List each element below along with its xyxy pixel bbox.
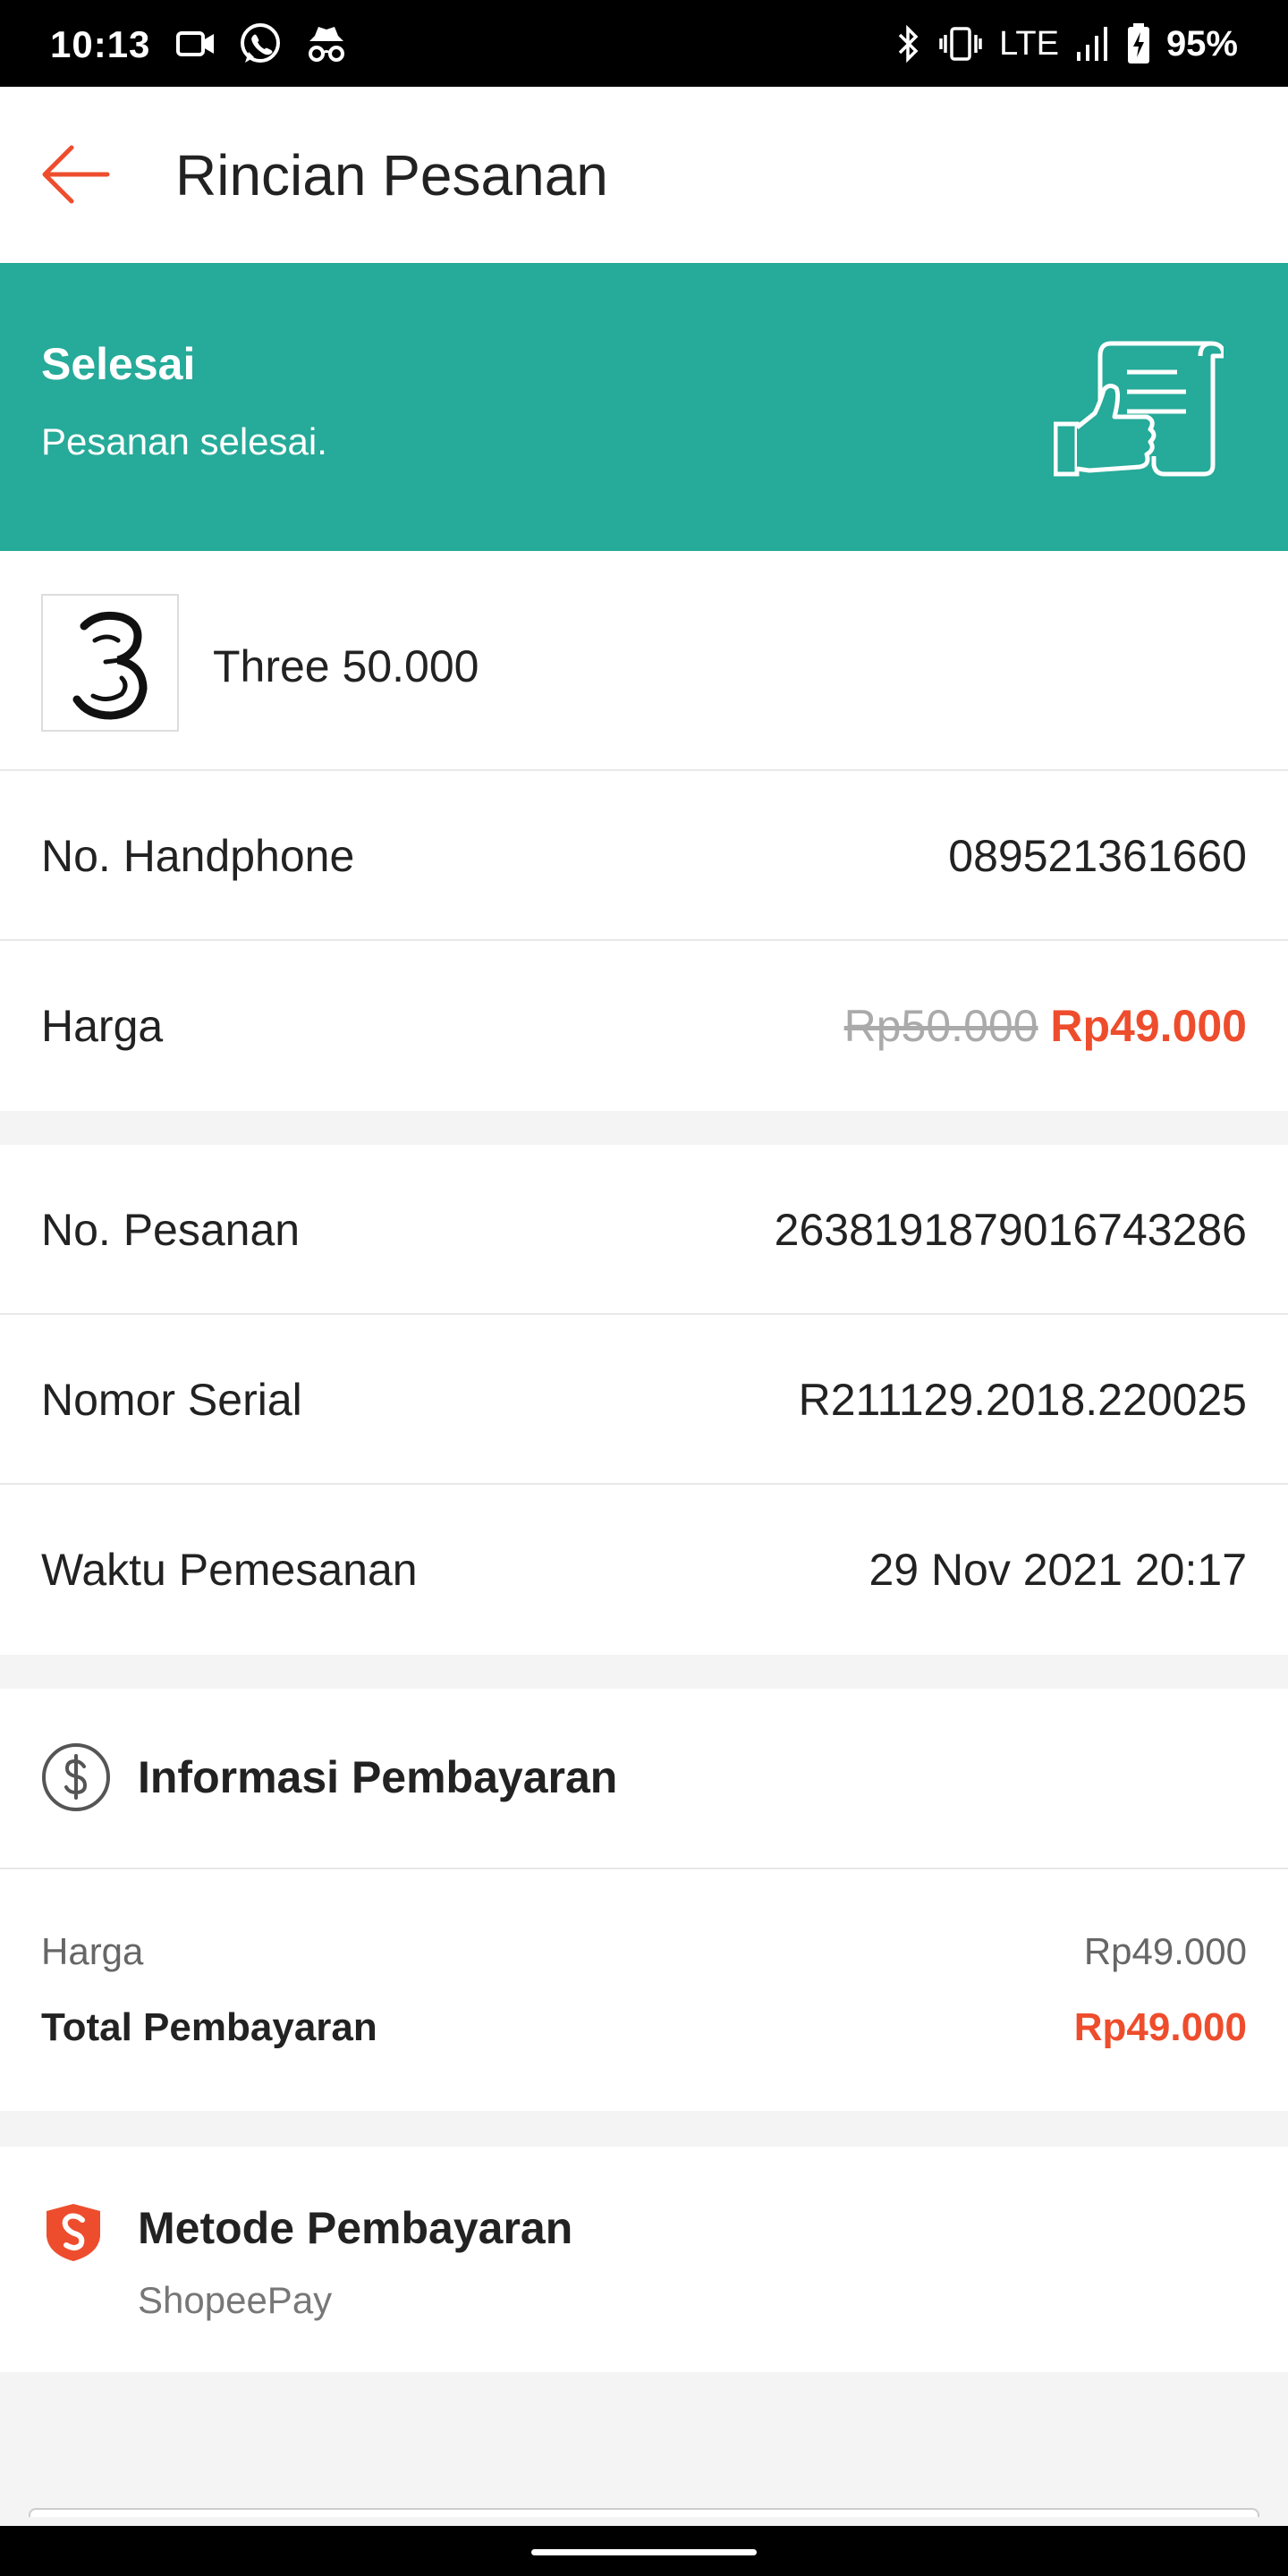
order-time-value: 29 Nov 2021 20:17 [869,1545,1247,1595]
payment-total-value: Rp49.000 [1073,2005,1247,2049]
page-title: Rincian Pesanan [175,143,608,208]
arrow-left-icon [42,145,110,204]
payment-info-header: Informasi Pembayaran [0,1689,1288,1869]
payment-info-card: Informasi Pembayaran Harga Rp49.000 Tota… [0,1689,1288,2111]
order-time-row: Waktu Pemesanan 29 Nov 2021 20:17 [0,1485,1288,1655]
price-row: Harga Rp50.000 Rp49.000 [0,941,1288,1111]
video-camera-icon [176,31,214,56]
serial-label: Nomor Serial [41,1375,302,1425]
payment-price-label: Harga [41,1930,144,1972]
battery-charging-icon [1127,23,1149,64]
bluetooth-icon [898,24,919,64]
original-price: Rp50.000 [843,1001,1038,1051]
network-type: LTE [999,24,1059,63]
phone-row: No. Handphone 089521361660 [0,771,1288,941]
product-row: Three 50.000 [0,551,1288,771]
battery-percent: 95% [1165,23,1238,64]
order-number-row: No. Pesanan 2638191879016743286 [0,1145,1288,1315]
incognito-icon [309,27,344,62]
order-status-title: Selesai [41,339,196,389]
order-info-card: No. Pesanan 2638191879016743286 Nomor Se… [0,1145,1288,1655]
status-time: 10:13 [50,23,151,65]
order-number-value: 2638191879016743286 [774,1205,1247,1255]
payment-method-card: Metode Pembayaran ShopeePay [0,2147,1288,2372]
price-value: Rp50.000 Rp49.000 [844,1000,1247,1052]
receipt-thumbs-up-icon [1054,341,1224,477]
order-item-card: Three 50.000 No. Handphone 089521361660 … [0,551,1288,1111]
product-name: Three 50.000 [213,641,479,691]
system-nav-bar [0,2526,1288,2576]
phone-label: No. Handphone [41,831,355,881]
serial-value: R211129.2018.220025 [798,1375,1247,1425]
payment-method-title: Metode Pembayaran [138,2203,573,2253]
serial-row: Nomor Serial R211129.2018.220025 [0,1315,1288,1485]
final-price: Rp49.000 [1050,1001,1247,1051]
payment-price-value: Rp49.000 [1083,1930,1247,1972]
whatsapp-icon [241,23,280,63]
signal-icon [1076,27,1107,61]
payment-method-value: ShopeePay [138,2279,333,2321]
home-gesture-handle[interactable] [531,2549,757,2555]
order-number-label: No. Pesanan [41,1205,301,1255]
order-status-subtitle: Pesanan selesai. [41,420,327,462]
back-button[interactable] [41,139,113,210]
price-label: Harga [41,1001,164,1051]
order-time-label: Waktu Pemesanan [41,1545,418,1595]
product-logo [41,594,179,732]
vibrate-icon [939,27,982,61]
app-bar: Rincian Pesanan [0,87,1288,263]
three-logo-icon [72,611,148,720]
bottom-sheet-edge [29,2508,1259,2517]
dollar-circle-icon [42,1743,110,1811]
payment-info-title: Informasi Pembayaran [138,1752,618,1802]
order-status-banner: Selesai Pesanan selesai. [0,263,1288,551]
phone-value: 089521361660 [948,831,1247,881]
status-right-icons: LTE 95% [895,20,1238,68]
status-bar: 10:13 LTE 95% [0,0,1288,87]
shopee-shield-icon [47,2204,100,2261]
status-left-icons [175,20,349,68]
payment-total-label: Total Pembayaran [41,2005,377,2049]
